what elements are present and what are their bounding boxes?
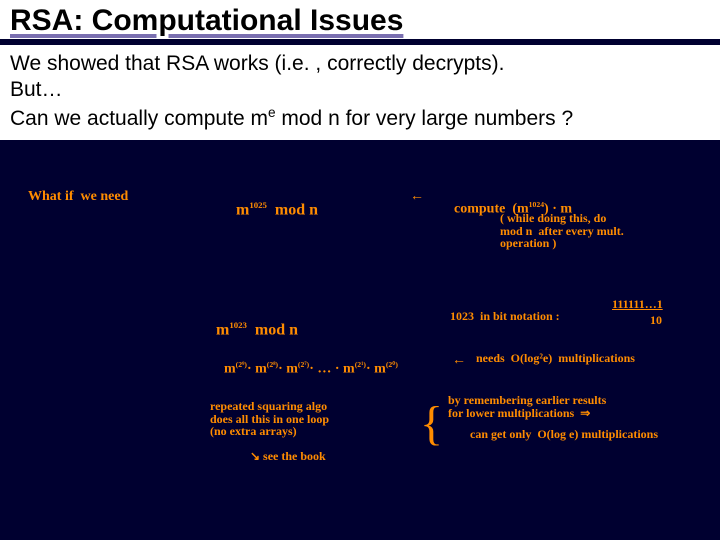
hw-prod-e5: (2⁰) (386, 360, 398, 369)
arrow-left-1-icon: ← (410, 188, 424, 203)
hw-product: m(2⁹)· m(2⁸)· m(2⁷)· … · m(2¹)· m(2⁰) (210, 346, 398, 392)
hw-mod-note: ( while doing this, do mod n after every… (500, 212, 624, 250)
hw-prod-d3: · m (366, 361, 386, 376)
title-band: RSA: Computational Issues (0, 0, 720, 39)
brace-icon: { (420, 400, 443, 448)
hw-bit-value: 111111…1 (612, 298, 663, 311)
body-line-2: But… (10, 77, 710, 103)
hw-bit-sub: 10 (650, 314, 662, 327)
hw-prod-d1: · m (247, 361, 267, 376)
hw-m1025-base: m (236, 201, 249, 218)
body-line-3-exp: e (268, 105, 276, 120)
hw-algo-note: repeated squaring algo does all this in … (210, 400, 329, 438)
hw-prod-e3: (2⁷) (298, 360, 309, 369)
hw-compute-exp: 1024 (529, 200, 544, 209)
hw-prod-m1: m (224, 361, 236, 376)
hw-m1025-exp: 1025 (249, 200, 267, 210)
hw-prod-dots: · … · m (309, 361, 355, 376)
hw-brace-note-top: by remembering earlier results for lower… (448, 394, 606, 419)
hw-prod-e2: (2⁸) (267, 360, 278, 369)
hw-brace-note-bot: can get only O(log e) multiplications (470, 428, 658, 441)
hw-see-book: ↘ see the book (250, 450, 326, 463)
body-line-3b: mod n for very large numbers ? (276, 107, 574, 130)
body-line-3a: Can we actually compute m (10, 107, 268, 130)
hw-m1025-tail: mod n (267, 201, 318, 218)
slide-title: RSA: Computational Issues (10, 4, 710, 37)
hw-what-if: What if we need (28, 190, 128, 205)
hw-m1025: m1025 mod n (220, 184, 318, 236)
body-line-1: We showed that RSA works (i.e. , correct… (10, 51, 710, 77)
hw-m1023-exp: 1023 (229, 320, 247, 330)
body-text: We showed that RSA works (i.e. , correct… (0, 45, 720, 140)
hw-prod-d2: · m (278, 361, 298, 376)
hw-bit-notation-label: 1023 in bit notation : (450, 310, 560, 323)
arrow-left-2-icon: ← (452, 352, 466, 367)
body-line-3: Can we actually compute me mod n for ver… (10, 104, 710, 132)
hw-m1023-base: m (216, 321, 229, 338)
hw-prod-e4: (2¹) (355, 360, 366, 369)
hw-prod-e1: (2⁹) (236, 360, 247, 369)
hw-needs: needs O(log²e) multiplications (476, 352, 635, 365)
hw-m1023-tail: mod n (247, 321, 298, 338)
